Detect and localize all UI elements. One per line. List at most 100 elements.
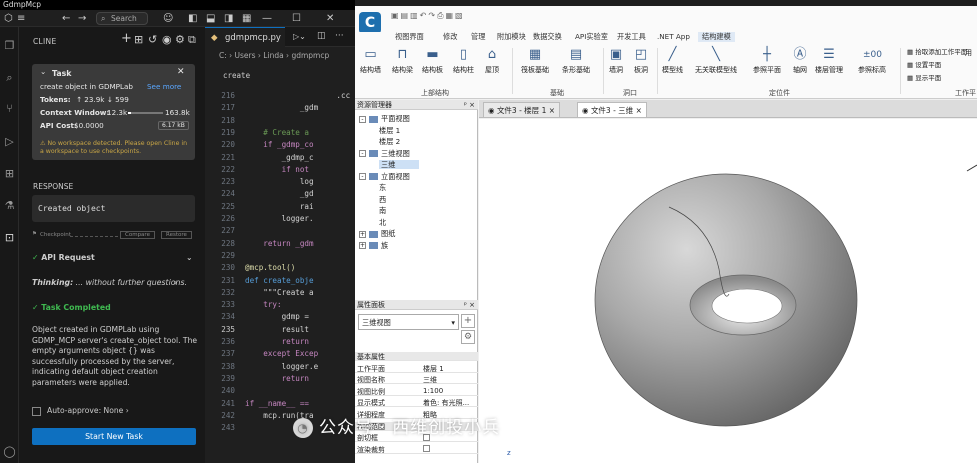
view-type-select[interactable]: 三维视图 ▾ [358, 314, 459, 330]
tab-close-icon[interactable]: × [633, 106, 642, 115]
ribbon-button-5[interactable]: ▦ 筏板基础 [521, 46, 549, 75]
start-new-task-button[interactable]: Start New Task [32, 428, 196, 445]
property-checkbox[interactable] [423, 445, 430, 453]
run-icon[interactable]: ▷⌄ [293, 32, 306, 41]
search-view-icon[interactable]: ⌕ [3, 71, 16, 84]
property-row[interactable]: 视图比例 1:100 [355, 387, 478, 396]
property-row[interactable]: 视图名称 三维 [355, 375, 478, 385]
tree-node[interactable]: - 平面视图 [359, 114, 410, 124]
run-debug-icon[interactable]: ▷ [3, 135, 16, 148]
command-search[interactable]: ⌕ Search [96, 12, 148, 25]
menu-icon[interactable]: ≡ [17, 12, 25, 25]
back-arrow-icon[interactable]: ← [62, 12, 70, 25]
ribbon-button-14[interactable]: ±00 参照标高 [858, 46, 886, 75]
tree-node[interactable]: 西 [379, 195, 386, 205]
compare-button[interactable]: Compare [120, 231, 155, 239]
tree-node[interactable]: 南 [379, 206, 386, 216]
ribbon-button-6[interactable]: ▤ 条形基础 [562, 46, 590, 75]
mcp-servers-icon[interactable]: ⊞ [134, 33, 143, 46]
workplane-tool-1[interactable]: ▦ 设置平面 [907, 59, 967, 69]
tree-expand-icon[interactable]: - [359, 150, 366, 157]
ribbon-button-13[interactable]: ☰ 楼层管理 [815, 46, 843, 75]
pin-close-icon[interactable]: ᵖ × [464, 100, 475, 110]
tree-node[interactable]: + 族 [359, 241, 388, 251]
tree-expand-icon[interactable]: + [359, 242, 366, 249]
3d-viewport[interactable]: z [479, 119, 977, 463]
account-icon[interactable]: ◯ [3, 445, 16, 458]
menu-item-5[interactable]: API实验室 [575, 32, 608, 42]
auto-approve-checkbox[interactable] [32, 406, 41, 416]
menu-item-3[interactable]: 附加模块 [497, 32, 526, 42]
auto-approve-row[interactable]: Auto-approve: None › [32, 406, 129, 416]
tree-node[interactable]: - 立面视图 [359, 172, 410, 182]
ribbon-button-11[interactable]: ┼ 参照平面 [753, 46, 781, 75]
ribbon-button-3[interactable]: ▯ 结构柱 [453, 46, 474, 75]
open-in-editor-icon[interactable]: ⧉ [188, 33, 196, 47]
tree-node[interactable]: 东 [379, 183, 386, 193]
edit-type-gear-icon[interactable]: ⚙ [461, 330, 475, 344]
pin-close-icon[interactable]: ᵖ × [464, 300, 475, 310]
tree-node[interactable]: 楼层 2 [379, 137, 400, 147]
ribbon-button-9[interactable]: ╱ 模型线 [662, 46, 683, 75]
ribbon-button-7[interactable]: ▣ 墙洞 [607, 46, 625, 75]
thinking-row[interactable]: Thinking: ... without further questions.… [32, 278, 187, 287]
minimize-icon[interactable]: — [262, 12, 272, 25]
api-request-row[interactable]: ✓ API Request [32, 253, 95, 262]
torus-model[interactable] [479, 119, 977, 463]
extensions-icon[interactable]: ⊞ [3, 167, 16, 180]
menu-item-6[interactable]: 开发工具 [617, 32, 646, 42]
layout-bottom-icon[interactable]: ⬓ [206, 12, 215, 25]
tree-expand-icon[interactable]: - [359, 173, 366, 180]
tree-node[interactable]: 楼层 1 [379, 126, 400, 136]
property-row[interactable]: 渲染裁剪 [355, 445, 478, 454]
settings-gear-icon[interactable]: ⚙ [175, 33, 185, 46]
ribbon-button-2[interactable]: ▬ 结构板 [422, 46, 443, 75]
restore-button[interactable]: Restore [161, 231, 192, 239]
task-chevron-icon[interactable]: ⌄ [40, 67, 46, 76]
ribbon-button-4[interactable]: ⌂ 屋顶 [483, 46, 501, 75]
ribbon-overflow[interactable]: 用 [965, 48, 972, 58]
task-close-icon[interactable]: ✕ [177, 67, 185, 77]
close-icon[interactable]: ✕ [326, 12, 334, 25]
ribbon-button-1[interactable]: ⊓ 结构梁 [392, 46, 413, 75]
history-icon[interactable]: ↺ [148, 33, 157, 46]
cline-robot-icon[interactable]: ⊡ [3, 231, 16, 244]
explorer-icon[interactable]: ❐ [3, 39, 16, 52]
tab-close-icon[interactable]: × [546, 106, 555, 115]
workplane-tool-0[interactable]: ▦ 拾取添加工作平面 [907, 46, 967, 56]
tree-node[interactable]: 三维 [379, 160, 420, 170]
quick-access-icons[interactable]: ▣▤▥↶↷⎙▦▧ [391, 11, 465, 21]
menu-item-8[interactable]: 结构建模 [698, 32, 735, 42]
checkbox[interactable] [423, 445, 430, 453]
layout-left-icon[interactable]: ◧ [188, 12, 197, 25]
layout-right-icon[interactable]: ◨ [224, 12, 233, 25]
source-control-icon[interactable]: ⑂ [3, 102, 16, 115]
workplane-tool-2[interactable]: ▦ 显示平面 [907, 72, 967, 82]
tab-gdmpmcp-py[interactable]: ◆ gdmpmcp.py [205, 27, 285, 47]
menu-item-4[interactable]: 数据交换 [533, 32, 562, 42]
menu-item-1[interactable]: 修改 [443, 32, 457, 42]
tree-node[interactable]: - 三维视图 [359, 149, 410, 159]
ribbon-button-8[interactable]: ◰ 板洞 [632, 46, 650, 75]
property-row[interactable]: 工作平面 楼层 1 [355, 364, 478, 373]
property-row[interactable]: 显示模式 着色: 有光照... [355, 398, 478, 408]
layout-grid-icon[interactable]: ▦ [242, 12, 251, 25]
menu-item-7[interactable]: .NET App [657, 32, 690, 41]
tree-expand-icon[interactable]: - [359, 115, 366, 123]
copilot-icon[interactable]: ☺ [163, 12, 173, 25]
tree-node[interactable]: 北 [379, 218, 386, 228]
ribbon-button-0[interactable]: ▭ 结构墙 [360, 46, 381, 75]
maximize-icon[interactable]: ☐ [292, 12, 301, 25]
menu-item-2[interactable]: 管理 [471, 32, 485, 42]
breadcrumb[interactable]: C: › Users › Linda › gdmpmcp [219, 51, 329, 60]
testing-icon[interactable]: ⚗ [3, 199, 16, 212]
add-icon[interactable]: + [461, 314, 475, 328]
tree-expand-icon[interactable]: + [359, 230, 366, 238]
app-logo-icon[interactable]: C [359, 12, 381, 34]
ribbon-button-12[interactable]: Ⓐ 轴网 [791, 46, 809, 75]
see-more-link[interactable]: See more [147, 82, 181, 91]
new-task-plus-icon[interactable]: + [121, 31, 132, 46]
chevron-down-icon[interactable]: ⌄ [186, 253, 193, 262]
forward-arrow-icon[interactable]: → [78, 12, 86, 25]
view-tab-0[interactable]: ◉ 文件3 - 楼层 1 × [483, 102, 561, 117]
